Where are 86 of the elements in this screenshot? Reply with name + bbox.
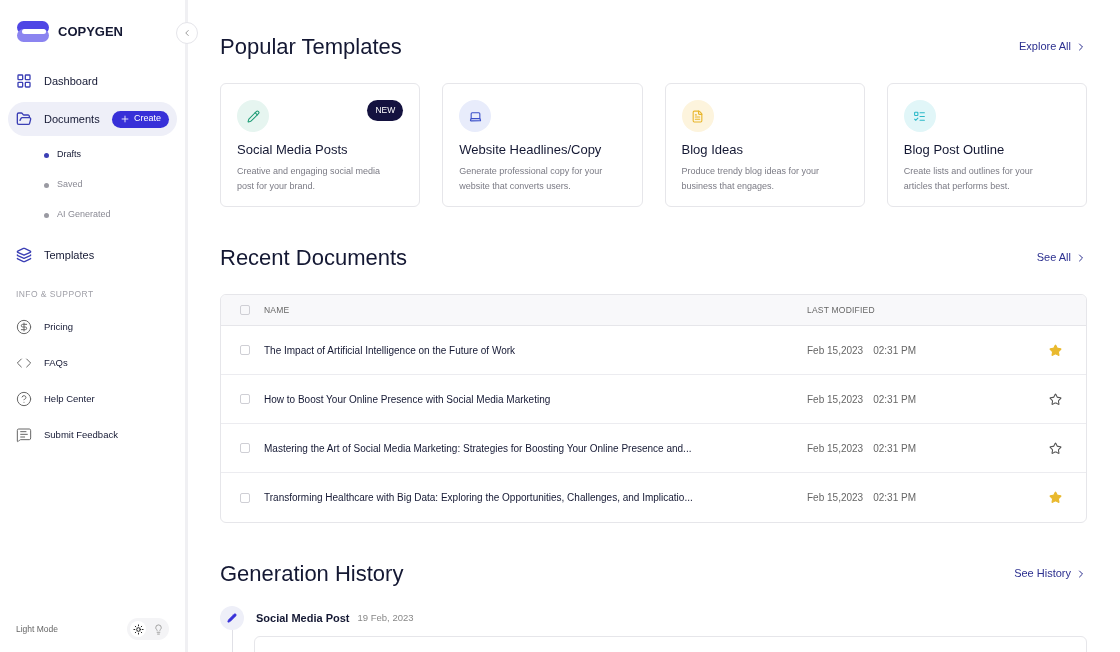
section-link[interactable]: Explore All	[1019, 38, 1087, 55]
nav-label: Dashboard	[44, 73, 98, 89]
star-icon[interactable]	[1049, 392, 1062, 406]
section-heading: INFO & SUPPORT	[15, 288, 95, 301]
template-card[interactable]: Blog Ideas Produce trendy blog ideas for your business that engages.	[664, 83, 865, 207]
new-badge: NEW	[367, 100, 404, 121]
create-button[interactable]: Create	[112, 110, 169, 128]
pencil-icon	[246, 109, 260, 123]
support-item[interactable]: FAQs	[8, 344, 177, 381]
grid-icon	[16, 73, 32, 89]
collapse-button[interactable]	[176, 22, 198, 44]
checkbox[interactable]	[240, 394, 250, 404]
logo-icon	[16, 20, 50, 44]
checkbox[interactable]	[240, 443, 250, 453]
card-title: Social Media Posts	[237, 141, 349, 159]
modified-date: Feb 15,2023	[807, 343, 864, 358]
theme-label: Light Mode	[16, 622, 59, 636]
modified-time: 02:31 PM	[873, 392, 916, 407]
pencil-icon	[227, 613, 237, 623]
document-name: How to Boost Your Online Presence with Social Media Marketing	[264, 392, 552, 407]
star-icon[interactable]	[1049, 491, 1062, 504]
chevron-left-icon	[182, 28, 192, 38]
document-row[interactable]: Transforming Healthcare with Big Data: Exploring the Opportunities, Challenges, and Implicatio... Feb 15,2023 02:31 PM	[221, 473, 1086, 522]
checkbox[interactable]	[240, 345, 250, 355]
support-item[interactable]: Submit Feedback	[8, 416, 177, 453]
card-description: Produce trendy blog ideas for your business that engages.	[681, 164, 821, 193]
template-card[interactable]: NEW Social Media Posts Creative and engaging social media post for your brand.	[220, 83, 421, 207]
checkbox[interactable]	[240, 305, 250, 315]
plus-icon	[120, 114, 130, 124]
folder-icon	[16, 111, 32, 127]
column-header: LAST MODIFIED	[807, 303, 876, 317]
modified-time: 02:31 PM	[873, 491, 916, 505]
sub-nav-item[interactable]: AI Generated	[8, 200, 177, 230]
sub-nav-item[interactable]: Saved	[8, 170, 177, 200]
support-item[interactable]: Help Center	[8, 380, 177, 417]
history-title: Social Media Post	[256, 610, 350, 626]
document-icon	[691, 109, 704, 123]
theme-option[interactable]	[130, 621, 146, 637]
checkbox[interactable]	[240, 492, 250, 503]
document-row[interactable]: How to Boost Your Online Presence with Social Media Marketing Feb 15,2023 02:31 PM	[221, 375, 1086, 424]
nav-label: Documents	[44, 111, 100, 127]
document-name: Mastering the Art of Social Media Marketing: Strategies for Boosting Your Online Presence and...	[264, 441, 693, 456]
modified-time: 02:31 PM	[873, 343, 916, 358]
section-link[interactable]: See All	[1036, 249, 1087, 266]
template-card[interactable]: Blog Post Outline Create lists and outlines for your articles that performs best.	[886, 83, 1087, 207]
card-title: Blog Ideas	[681, 141, 744, 159]
card-description: Creative and engaging social media post for your brand.	[237, 164, 382, 193]
layers-icon	[16, 247, 32, 263]
nav-item[interactable]: Templates	[8, 238, 177, 272]
modified-time: 02:31 PM	[873, 441, 916, 456]
section-title: Recent Documents	[220, 244, 408, 272]
nav-label: Templates	[44, 247, 95, 263]
nav-item[interactable]: Documents Create	[8, 102, 177, 136]
modified-date: Feb 15,2023	[807, 441, 864, 456]
brand-name: COPYGEN	[58, 23, 123, 42]
card-description: Create lists and outlines for your articles that performs best.	[903, 164, 1034, 193]
document-row[interactable]: The Impact of Artificial Intelligence on the Future of Work Feb 15,2023 02:31 PM	[221, 326, 1086, 375]
section-link[interactable]: See History	[1014, 565, 1087, 582]
section-title: Popular Templates	[220, 33, 402, 61]
bullet-icon	[44, 152, 49, 158]
card-title: Blog Post Outline	[903, 141, 1006, 159]
card-description: Generate professional copy for your website that converts users.	[459, 164, 604, 193]
section-title: Generation History	[220, 560, 404, 588]
column-header: NAME	[264, 303, 291, 317]
support-item[interactable]: Pricing	[8, 308, 177, 345]
document-name: Transforming Healthcare with Big Data: Exploring the Opportunities, Challenges, and Implicatio...	[264, 491, 694, 505]
sun-icon	[132, 623, 144, 635]
history-date: 19 Feb, 2023	[357, 610, 414, 625]
document-row[interactable]: Mastering the Art of Social Media Marketing: Strategies for Boosting Your Online Presence and... Feb 15,2023 02:31 PM	[221, 424, 1086, 473]
star-icon[interactable]	[1049, 343, 1062, 357]
bullet-icon	[44, 212, 49, 218]
document-name: The Impact of Artificial Intelligence on the Future of Work	[264, 343, 517, 358]
modified-date: Feb 15,2023	[807, 392, 864, 407]
star-icon[interactable]	[1049, 441, 1062, 455]
bulb-icon	[152, 623, 164, 635]
template-card[interactable]: Website Headlines/Copy Generate professional copy for your website that converts users.	[442, 83, 643, 207]
list-icon	[913, 109, 927, 123]
dollar-icon	[16, 318, 32, 335]
bullet-icon	[44, 182, 49, 188]
modified-date: Feb 15,2023	[807, 491, 864, 505]
sub-nav-item[interactable]: Drafts	[8, 140, 177, 170]
help-icon	[16, 390, 32, 407]
chat-icon	[16, 426, 32, 443]
nav-item[interactable]: Dashboard	[8, 64, 177, 98]
laptop-icon	[468, 109, 482, 123]
card-title: Website Headlines/Copy	[459, 141, 603, 159]
